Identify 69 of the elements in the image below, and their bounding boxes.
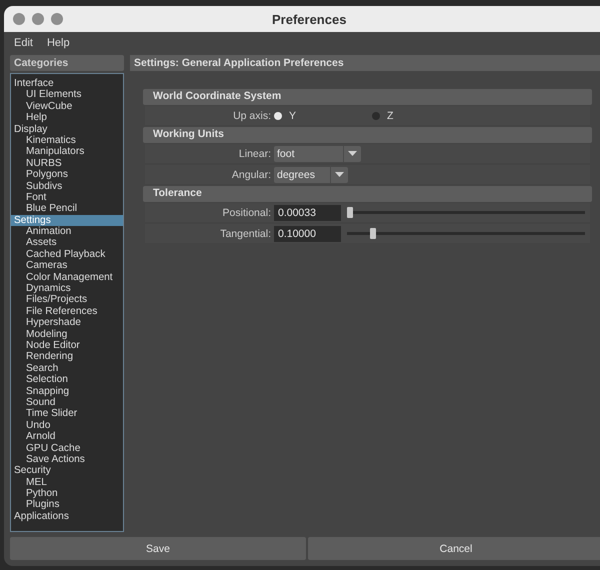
category-item[interactable]: Hypershade [11, 317, 123, 329]
category-item[interactable]: Search [11, 362, 123, 374]
category-item[interactable]: Manipulators [11, 146, 123, 158]
category-item[interactable]: Undo [11, 420, 123, 432]
caret-icon [348, 151, 357, 156]
category-item[interactable]: Save Actions [11, 454, 123, 466]
field-label: Linear: [238, 148, 272, 160]
category-item[interactable]: Sound [11, 396, 123, 408]
dropdown[interactable]: foot [274, 146, 361, 162]
window-title: Preferences [272, 12, 346, 26]
number-field[interactable]: 0.10000 [274, 226, 341, 242]
window-control-icon[interactable] [32, 13, 44, 25]
dropdown[interactable]: degrees [274, 166, 348, 182]
categories-header: Categories [10, 55, 124, 71]
slider-thumb[interactable] [347, 207, 353, 218]
field-label: Angular: [230, 168, 272, 180]
panel-header: Settings: General Application Preferences [130, 55, 600, 71]
category-item[interactable]: MEL [11, 476, 123, 488]
category-item[interactable]: Applications [11, 510, 123, 522]
field-label: Up axis: [232, 110, 272, 122]
category-item[interactable]: Files/Projects [11, 294, 123, 306]
menu-item[interactable]: Help [46, 37, 70, 49]
category-item[interactable]: Assets [11, 237, 123, 249]
category-item[interactable]: Plugins [11, 499, 123, 511]
number-field[interactable]: 0.00033 [274, 204, 341, 220]
section-header: World Coordinate System [143, 89, 592, 105]
category-item[interactable]: Rendering [11, 351, 123, 363]
category-item[interactable]: Python [11, 488, 123, 500]
radio-button[interactable] [274, 112, 282, 120]
category-item[interactable]: Snapping [11, 386, 123, 397]
category-item[interactable]: UI Elements [11, 89, 123, 101]
category-item[interactable]: Interface [11, 78, 123, 90]
radio-button[interactable] [372, 112, 380, 120]
slider-thumb[interactable] [370, 228, 376, 239]
dialog-button[interactable]: Cancel [308, 537, 600, 560]
section-header: Working Units [143, 127, 592, 143]
field-label: Tangential: [219, 228, 272, 240]
category-item[interactable]: Subdivs [11, 180, 123, 192]
category-item[interactable]: Color Management [11, 272, 123, 284]
menu-item[interactable]: Edit [14, 37, 33, 49]
category-item[interactable]: Cached Playback [11, 248, 123, 260]
category-item[interactable]: Help [11, 112, 123, 124]
category-item[interactable]: Cameras [11, 260, 123, 272]
radio-label: Y [289, 110, 296, 122]
category-item[interactable]: Time Slider [11, 408, 123, 420]
category-item[interactable]: Font [11, 192, 123, 204]
category-item[interactable]: Selection [11, 374, 123, 386]
category-item[interactable]: Blue Pencil [11, 203, 123, 215]
category-item[interactable]: Polygons [11, 169, 123, 181]
category-item[interactable]: NURBS [11, 158, 123, 170]
category-item[interactable]: Kinematics [11, 134, 123, 146]
dialog-button[interactable]: Save [10, 537, 306, 560]
window-control-icon[interactable] [51, 13, 63, 25]
window-control-icon[interactable] [13, 13, 25, 25]
section-header: Tolerance [143, 186, 592, 202]
caret-icon [335, 172, 344, 177]
category-item[interactable]: Dynamics [11, 283, 123, 294]
category-item[interactable]: Modeling [11, 328, 123, 340]
category-item[interactable]: Animation [11, 226, 123, 238]
category-item[interactable]: ViewCube [11, 100, 123, 112]
category-item[interactable]: Arnold [11, 431, 123, 442]
category-item[interactable]: Display [11, 124, 123, 135]
category-item[interactable]: File References [11, 306, 123, 318]
category-item[interactable]: Node Editor [11, 340, 123, 352]
category-item[interactable]: Settings [11, 214, 123, 226]
category-item[interactable]: GPU Cache [11, 442, 123, 454]
field-label: Positional: [222, 206, 272, 218]
radio-label: Z [387, 110, 394, 122]
category-item[interactable]: Security [11, 465, 123, 477]
